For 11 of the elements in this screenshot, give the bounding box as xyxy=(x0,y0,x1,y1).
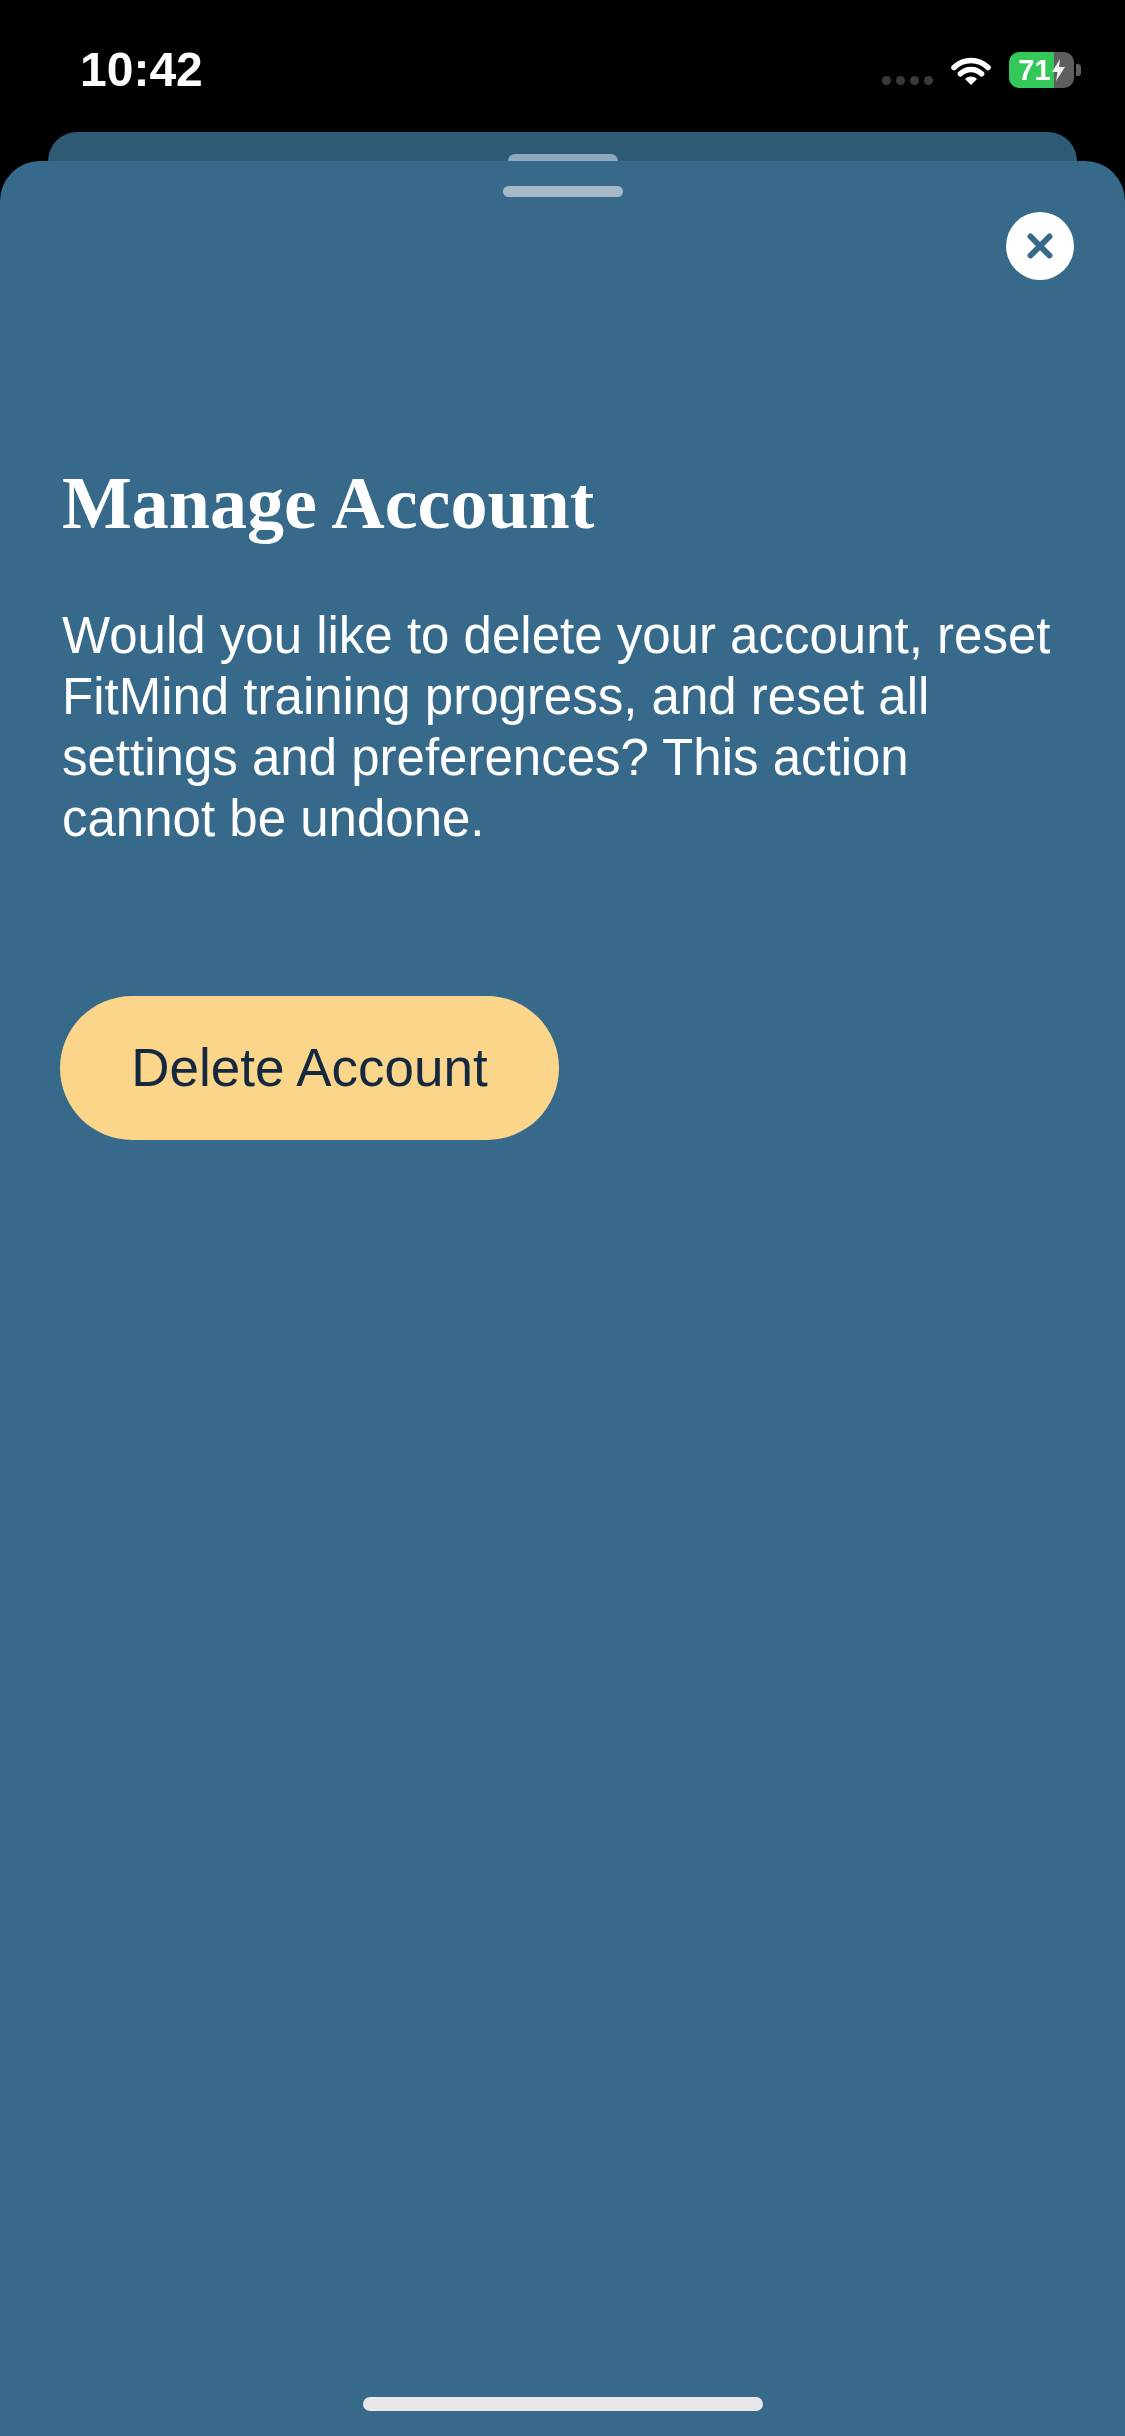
sheet-title: Manage Account xyxy=(62,461,595,546)
cellular-signal-icon xyxy=(882,76,933,85)
sheet-message: Would you like to delete your account, reset FitMind training progress, and reset all settings and preferences? This action cannot be undone. xyxy=(62,606,1052,849)
battery-cap-icon xyxy=(1076,64,1081,76)
drag-handle[interactable] xyxy=(502,186,623,197)
delete-account-button[interactable]: Delete Account xyxy=(60,996,559,1140)
close-icon xyxy=(1006,212,1074,280)
battery-percentage: 71 xyxy=(1018,55,1051,85)
status-time: 10:42 xyxy=(80,46,203,94)
lightning-bolt-icon xyxy=(1051,59,1065,81)
close-button[interactable] xyxy=(1006,212,1074,280)
